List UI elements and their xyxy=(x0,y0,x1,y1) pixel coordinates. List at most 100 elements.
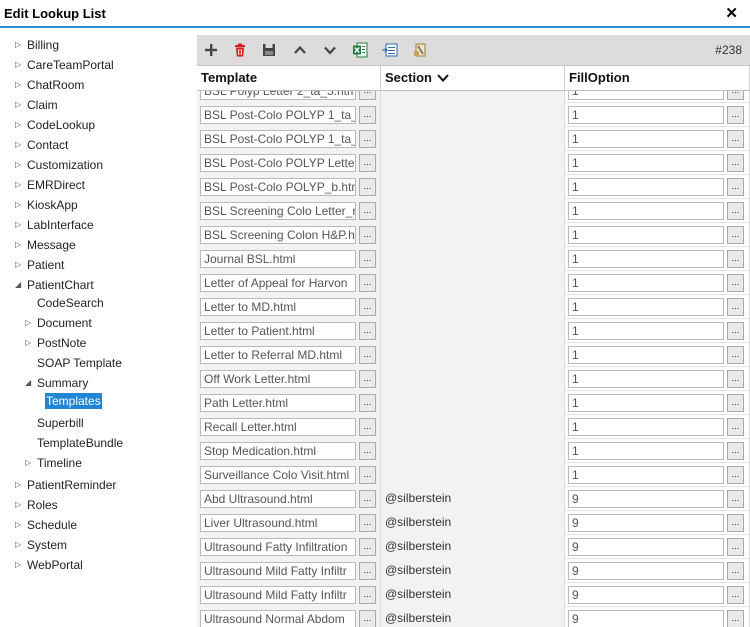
collapsed-arrow-icon[interactable]: ▷ xyxy=(15,235,25,255)
filloption-browse-button[interactable]: ... xyxy=(727,130,744,148)
filloption-browse-button[interactable]: ... xyxy=(727,178,744,196)
template-input[interactable]: Journal BSL.html xyxy=(200,250,356,268)
filloption-browse-button[interactable]: ... xyxy=(727,394,744,412)
template-browse-button[interactable]: ... xyxy=(359,562,376,580)
collapsed-arrow-icon[interactable]: ▷ xyxy=(15,75,25,95)
filloption-browse-button[interactable]: ... xyxy=(727,154,744,172)
section-cell[interactable] xyxy=(381,151,565,175)
filloption-browse-button[interactable]: ... xyxy=(727,370,744,388)
filloption-browse-button[interactable]: ... xyxy=(727,538,744,556)
table-row[interactable]: Off Work Letter.html... 1... xyxy=(197,367,750,391)
filloption-input[interactable]: 1 xyxy=(568,466,724,484)
template-input[interactable]: Ultrasound Mild Fatty Infiltr xyxy=(200,586,356,604)
collapsed-arrow-icon[interactable]: ▷ xyxy=(15,155,25,175)
template-input[interactable]: BSL Polyp Letter 2_ta_5.htm xyxy=(200,91,356,100)
filloption-input[interactable]: 1 xyxy=(568,91,724,100)
save-icon[interactable] xyxy=(260,41,278,59)
template-input[interactable]: Surveillance Colo Visit.html xyxy=(200,466,356,484)
filloption-browse-button[interactable]: ... xyxy=(727,562,744,580)
section-cell[interactable] xyxy=(381,343,565,367)
section-cell[interactable] xyxy=(381,415,565,439)
template-browse-button[interactable]: ... xyxy=(359,274,376,292)
move-up-icon[interactable] xyxy=(291,41,309,59)
filloption-input[interactable]: 1 xyxy=(568,202,724,220)
table-row[interactable]: Ultrasound Mild Fatty Infiltr... @silbers… xyxy=(197,559,750,583)
filloption-input[interactable]: 1 xyxy=(568,106,724,124)
table-row[interactable]: Ultrasound Fatty Infiltration... @silbers… xyxy=(197,535,750,559)
filloption-input[interactable]: 1 xyxy=(568,298,724,316)
table-row[interactable]: BSL Post-Colo POLYP Letter... 1... xyxy=(197,151,750,175)
template-input[interactable]: Ultrasound Normal Abdom xyxy=(200,610,356,627)
template-input[interactable]: Recall Letter.html xyxy=(200,418,356,436)
section-cell[interactable]: @silberstein xyxy=(381,607,565,627)
template-browse-button[interactable]: ... xyxy=(359,490,376,508)
table-row[interactable]: BSL Polyp Letter 2_ta_5.htm...1... xyxy=(197,91,750,103)
collapsed-arrow-icon[interactable]: ▷ xyxy=(15,215,25,235)
filloption-input[interactable]: 9 xyxy=(568,538,724,556)
table-row[interactable]: Surveillance Colo Visit.html... 1... xyxy=(197,463,750,487)
column-header-template[interactable]: Template xyxy=(197,66,381,90)
template-input[interactable]: Liver Ultrasound.html xyxy=(200,514,356,532)
section-cell[interactable] xyxy=(381,367,565,391)
filloption-browse-button[interactable]: ... xyxy=(727,490,744,508)
filloption-browse-button[interactable]: ... xyxy=(727,298,744,316)
collapsed-arrow-icon[interactable]: ▷ xyxy=(15,95,25,115)
template-input[interactable]: Ultrasound Mild Fatty Infiltr xyxy=(200,562,356,580)
filloption-input[interactable]: 9 xyxy=(568,514,724,532)
table-row[interactable]: BSL Screening Colo Letter_n... 1... xyxy=(197,199,750,223)
template-browse-button[interactable]: ... xyxy=(359,130,376,148)
filloption-browse-button[interactable]: ... xyxy=(727,226,744,244)
template-input[interactable]: BSL Post-Colo POLYP_b.htm xyxy=(200,178,356,196)
table-row[interactable]: Recall Letter.html... 1... xyxy=(197,415,750,439)
table-row[interactable]: Journal BSL.html... 1... xyxy=(197,247,750,271)
template-browse-button[interactable]: ... xyxy=(359,442,376,460)
section-cell[interactable] xyxy=(381,391,565,415)
template-browse-button[interactable]: ... xyxy=(359,91,376,100)
collapsed-arrow-icon[interactable]: ▷ xyxy=(15,515,25,535)
collapsed-arrow-icon[interactable]: ▷ xyxy=(15,55,25,75)
close-icon[interactable]: ✕ xyxy=(725,4,738,22)
table-row[interactable]: BSL Post-Colo POLYP 1_ta_5... 1... xyxy=(197,127,750,151)
template-browse-button[interactable]: ... xyxy=(359,586,376,604)
section-cell[interactable] xyxy=(381,247,565,271)
column-header-section[interactable]: Section xyxy=(381,66,565,90)
import-icon[interactable] xyxy=(381,41,399,59)
template-browse-button[interactable]: ... xyxy=(359,370,376,388)
section-cell[interactable] xyxy=(381,91,565,103)
collapsed-arrow-icon[interactable]: ▷ xyxy=(15,555,25,575)
filloption-input[interactable]: 1 xyxy=(568,346,724,364)
template-browse-button[interactable]: ... xyxy=(359,106,376,124)
template-browse-button[interactable]: ... xyxy=(359,394,376,412)
template-browse-button[interactable]: ... xyxy=(359,202,376,220)
filloption-browse-button[interactable]: ... xyxy=(727,514,744,532)
template-input[interactable]: Letter to Patient.html xyxy=(200,322,356,340)
section-cell[interactable] xyxy=(381,463,565,487)
table-row[interactable]: BSL Screening Colon H&P.h... 1... xyxy=(197,223,750,247)
template-browse-button[interactable]: ... xyxy=(359,250,376,268)
collapsed-arrow-icon[interactable]: ▷ xyxy=(15,175,25,195)
section-cell[interactable]: @silberstein xyxy=(381,535,565,559)
collapsed-arrow-icon[interactable]: ▷ xyxy=(15,495,25,515)
section-cell[interactable] xyxy=(381,199,565,223)
filloption-input[interactable]: 1 xyxy=(568,250,724,268)
filloption-browse-button[interactable]: ... xyxy=(727,442,744,460)
template-browse-button[interactable]: ... xyxy=(359,538,376,556)
section-cell[interactable]: @silberstein xyxy=(381,583,565,607)
export-excel-icon[interactable] xyxy=(351,41,369,59)
filloption-browse-button[interactable]: ... xyxy=(727,346,744,364)
section-cell[interactable] xyxy=(381,295,565,319)
template-browse-button[interactable]: ... xyxy=(359,298,376,316)
filloption-browse-button[interactable]: ... xyxy=(727,91,744,100)
filloption-input[interactable]: 1 xyxy=(568,418,724,436)
table-row[interactable]: Letter to Patient.html... 1... xyxy=(197,319,750,343)
section-cell[interactable]: @silberstein xyxy=(381,511,565,535)
column-header-filloption[interactable]: FillOption xyxy=(565,66,750,90)
section-cell[interactable] xyxy=(381,127,565,151)
filloption-browse-button[interactable]: ... xyxy=(727,274,744,292)
filloption-input[interactable]: 9 xyxy=(568,586,724,604)
section-cell[interactable]: @silberstein xyxy=(381,559,565,583)
template-input[interactable]: BSL Post-Colo POLYP 1_ta_3 xyxy=(200,106,356,124)
template-browse-button[interactable]: ... xyxy=(359,514,376,532)
table-row[interactable]: Stop Medication.html... 1... xyxy=(197,439,750,463)
template-browse-button[interactable]: ... xyxy=(359,226,376,244)
